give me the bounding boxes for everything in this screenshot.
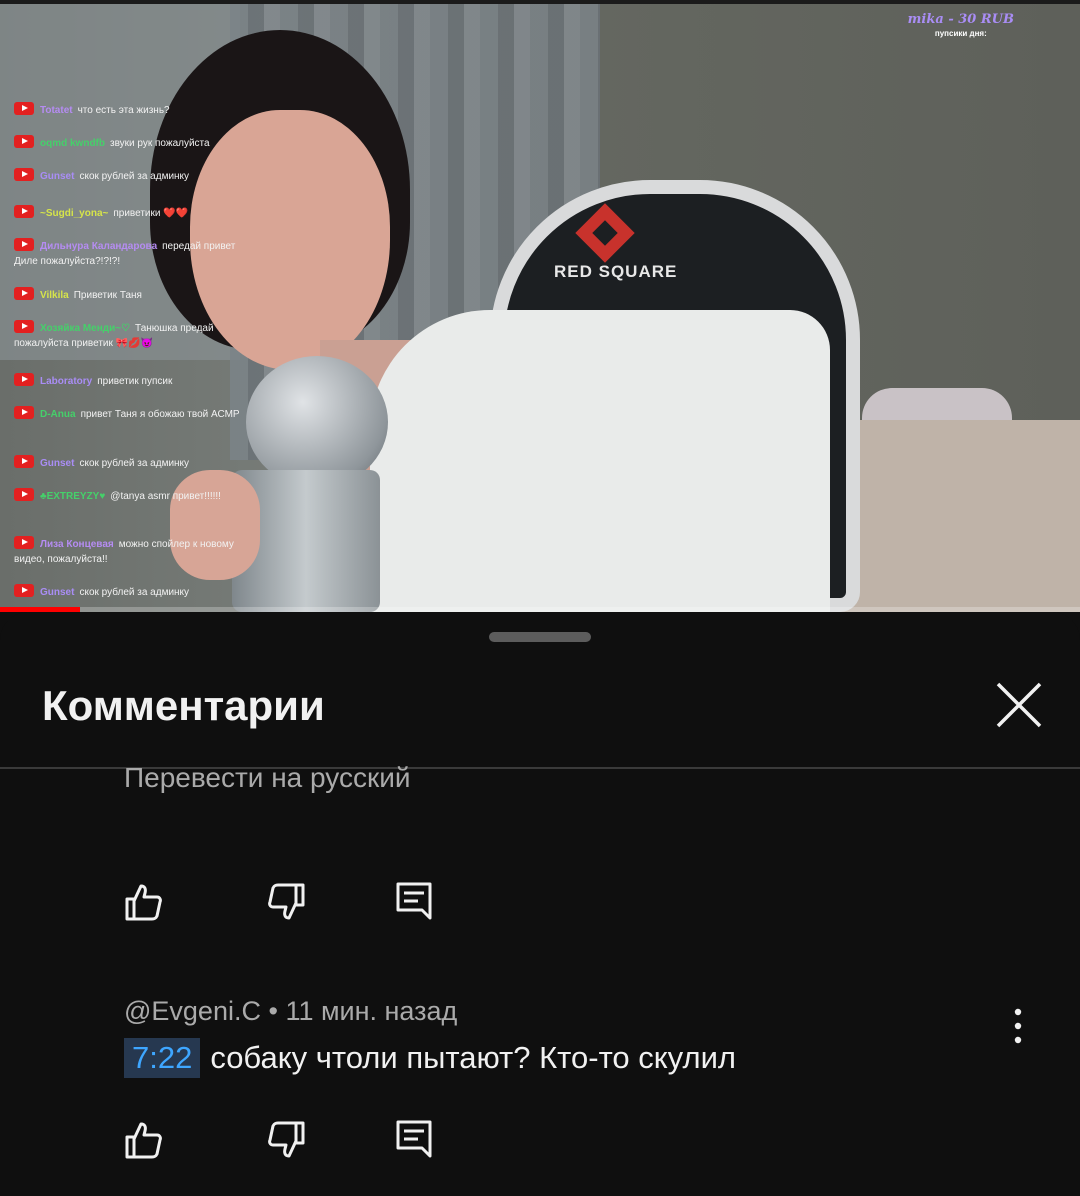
- comment-time: 11 мин. назад: [285, 996, 458, 1026]
- chat-message: Хозяйка Менди~♡ Танюшка предай пожалуйста…: [14, 320, 240, 351]
- chat-message: Gunset скок рублей за админку: [14, 455, 240, 471]
- chat-text: что есть эта жизнь?: [77, 105, 170, 116]
- chat-author: oqmd kwndfb: [40, 138, 105, 149]
- like-icon[interactable]: [124, 1120, 164, 1160]
- chat-message: ♣EXTREYZY♥ @tanya asmr привет!!!!!!: [14, 488, 240, 504]
- like-icon[interactable]: [124, 882, 164, 922]
- status-strip: [0, 0, 1080, 4]
- chat-author: Gunset: [40, 587, 75, 598]
- youtube-icon: [14, 373, 34, 386]
- chat-message: ~Sugdi_yona~ приветики ❤️❤️: [14, 205, 240, 221]
- stream-chat-overlay: Totatet что есть эта жизнь? oqmd kwndfb зву…: [0, 60, 250, 612]
- chat-author: Gunset: [40, 458, 75, 469]
- close-icon[interactable]: [992, 678, 1046, 732]
- microphone-head: [246, 356, 388, 488]
- chat-text: скок рублей за админку: [79, 587, 190, 598]
- chat-message: oqmd kwndfb звуки рук пожалуйста: [14, 135, 240, 151]
- chat-text: Приветик Таня: [73, 290, 142, 301]
- comment-meta: @Evgeni.C • 11 мин. назад: [124, 996, 457, 1027]
- youtube-icon: [14, 320, 34, 333]
- chat-text: скок рублей за админку: [79, 458, 190, 469]
- chat-message: Vilkila Приветик Таня: [14, 287, 240, 303]
- chat-message: Дильнура Каландарова передай привет Диле …: [14, 238, 240, 269]
- youtube-icon: [14, 406, 34, 419]
- youtube-icon: [14, 238, 34, 251]
- chat-author: Vilkila: [40, 290, 69, 301]
- comment-text-row: 7:22 собаку чтоли пытают? Кто-то скулил: [124, 1038, 736, 1078]
- comments-sheet: Комментарии Перевести на русский @Evgeni…: [0, 612, 1080, 1196]
- chat-text: @tanya asmr привет!!!!!!: [110, 491, 221, 502]
- chat-text: привет Таня я обожаю твой АСМР: [80, 409, 240, 420]
- chat-author: ~Sugdi_yona~: [40, 208, 109, 219]
- chat-message: Gunset скок рублей за админку: [14, 168, 240, 184]
- video-player[interactable]: RED SQUARE mika - 30 RUB пупсики дня: To…: [0, 0, 1080, 612]
- youtube-icon: [14, 168, 34, 181]
- comment-timestamp-link[interactable]: 7:22: [124, 1038, 201, 1078]
- chat-author: Лиза Концевая: [40, 539, 114, 550]
- youtube-icon: [14, 536, 34, 549]
- donation-sub: пупсики дня:: [934, 29, 987, 38]
- chat-text: звуки рук пожалуйста: [110, 138, 210, 149]
- comment-author[interactable]: @Evgeni.C: [124, 996, 261, 1026]
- drag-handle[interactable]: [489, 632, 591, 642]
- chat-author: Хозяйка Менди~♡: [40, 323, 131, 334]
- chat-author: Gunset: [40, 171, 75, 182]
- donation-line: mika - 30 RUB: [907, 12, 1014, 27]
- chat-author: Laboratory: [40, 376, 93, 387]
- chat-text: приветики ❤️❤️: [113, 208, 189, 219]
- youtube-icon: [14, 584, 34, 597]
- chat-text: скок рублей за админку: [79, 171, 190, 182]
- reply-icon[interactable]: [394, 1118, 434, 1158]
- reply-icon[interactable]: [394, 880, 434, 920]
- youtube-icon: [14, 135, 34, 148]
- chat-author: Дильнура Каландарова: [40, 241, 158, 252]
- comment-text: собаку чтоли пытают? Кто-то скулил: [210, 1040, 736, 1075]
- chair-brand: RED SQUARE: [554, 262, 678, 281]
- dislike-icon[interactable]: [266, 882, 306, 922]
- chat-message: Gunset скок рублей за админку: [14, 584, 240, 600]
- meta-separator: •: [260, 996, 286, 1026]
- chat-text: приветик пупсик: [97, 376, 173, 387]
- dislike-icon[interactable]: [266, 1120, 306, 1160]
- chat-message: D-Anua привет Таня я обожаю твой АСМР: [14, 406, 240, 422]
- youtube-icon: [14, 102, 34, 115]
- youtube-icon: [14, 287, 34, 300]
- youtube-icon: [14, 488, 34, 501]
- chat-message: Лиза Концевая можно спойлер к новому виде…: [14, 536, 240, 567]
- video-person-shirt: [370, 310, 830, 612]
- chat-message: Laboratory приветик пупсик: [14, 373, 240, 389]
- youtube-icon: [14, 205, 34, 218]
- translate-link[interactable]: Перевести на русский: [124, 762, 411, 794]
- more-options-icon[interactable]: [1003, 1006, 1033, 1046]
- video-bed: [840, 420, 1080, 612]
- donation-overlay: mika - 30 RUB пупсики дня:: [908, 12, 1014, 38]
- youtube-icon: [14, 455, 34, 468]
- chat-author: D-Anua: [40, 409, 76, 420]
- sheet-title: Комментарии: [42, 682, 325, 729]
- chat-message: Totatet что есть эта жизнь?: [14, 102, 240, 118]
- chat-author: Totatet: [40, 105, 73, 116]
- chat-author: ♣EXTREYZY♥: [40, 491, 106, 502]
